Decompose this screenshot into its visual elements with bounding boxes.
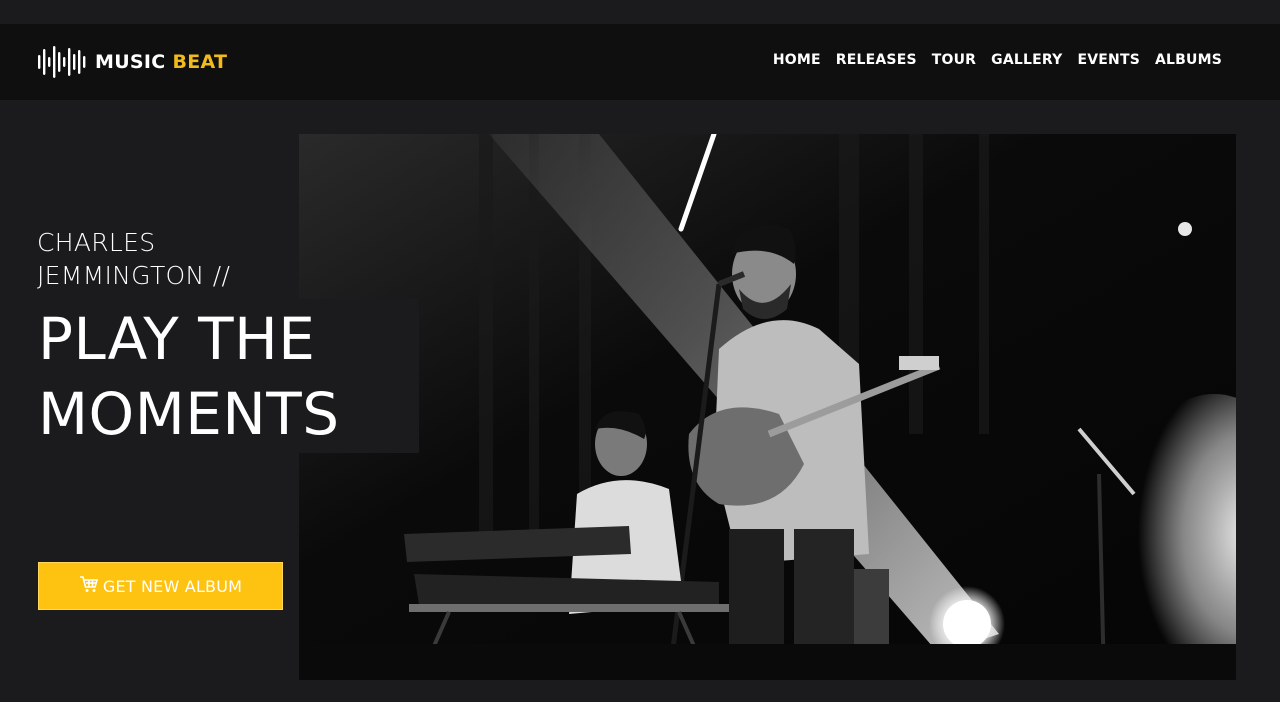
brand-name-main: MUSIC — [95, 51, 166, 73]
brand-name-accent: BEAT — [172, 51, 228, 73]
navbar: MUSIC BEAT HOME RELEASES TOUR GALLERY EV… — [0, 24, 1280, 100]
hero-photo — [299, 134, 1236, 680]
top-strip — [0, 0, 1280, 24]
brand-name: MUSIC BEAT — [95, 51, 227, 73]
nav-item-gallery[interactable]: GALLERY — [991, 52, 1062, 68]
shopping-cart-icon — [79, 575, 99, 598]
nav-item-releases[interactable]: RELEASES — [836, 52, 917, 68]
brand-logo[interactable]: MUSIC BEAT — [37, 45, 227, 79]
artist-name: CHARLES JEMMINGTON // — [37, 226, 297, 292]
hero-headline-line1: PLAY THE — [38, 305, 316, 373]
hero-headline-line2: MOMENTS — [38, 380, 340, 448]
nav-item-albums[interactable]: ALBUMS — [1155, 52, 1222, 68]
nav-item-home[interactable]: HOME — [773, 52, 821, 68]
hero-headline: PLAY THE MOMENTS — [38, 302, 418, 452]
artist-name-line2: JEMMINGTON // — [37, 261, 231, 290]
nav-item-tour[interactable]: TOUR — [932, 52, 976, 68]
get-new-album-label: GET NEW ALBUM — [102, 576, 243, 596]
sound-wave-icon — [37, 45, 89, 79]
get-new-album-button[interactable]: GET NEW ALBUM — [38, 562, 283, 610]
artist-name-line1: CHARLES — [37, 228, 156, 257]
main-nav: HOME RELEASES TOUR GALLERY EVENTS ALBUMS — [773, 52, 1222, 68]
nav-item-events[interactable]: EVENTS — [1077, 52, 1140, 68]
